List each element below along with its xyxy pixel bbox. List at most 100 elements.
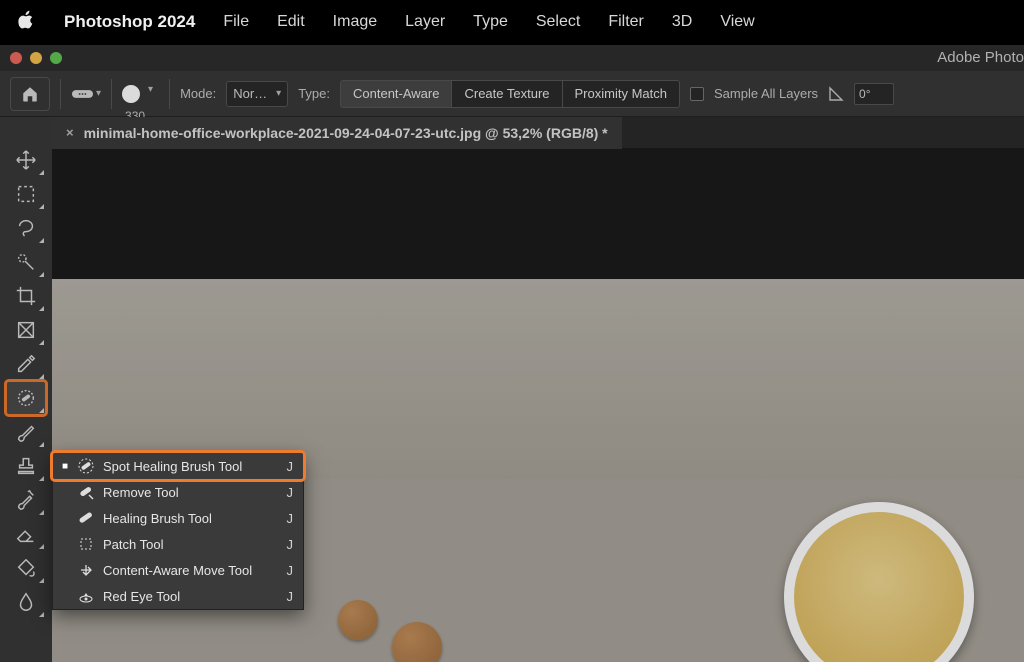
remove-icon [77, 483, 95, 501]
crop-icon [15, 285, 37, 307]
chevron-down-icon: ▾ [96, 88, 101, 99]
quick-select-tool[interactable] [6, 245, 46, 279]
spot-healing-tool[interactable] [6, 381, 46, 415]
type-content-aware[interactable]: Content-Aware [341, 81, 452, 107]
chevron-down-icon: ▾ [148, 84, 153, 95]
menu-layer[interactable]: Layer [405, 13, 445, 31]
image-detail [392, 622, 442, 662]
menu-view[interactable]: View [720, 13, 754, 31]
menu-type[interactable]: Type [473, 13, 508, 31]
healing-brush-icon [77, 509, 95, 527]
gradient-tool[interactable] [6, 551, 46, 585]
menu-select[interactable]: Select [536, 13, 580, 31]
spot-healing-icon [77, 457, 95, 475]
frame-tool[interactable] [6, 313, 46, 347]
tool-panel [0, 117, 52, 662]
tool-preset-picker[interactable]: ▾ [71, 82, 101, 106]
brush-preview-icon [122, 85, 140, 103]
history-brush-tool[interactable] [6, 483, 46, 517]
menu-3d[interactable]: 3D [672, 13, 692, 31]
document-tab-strip: × minimal-home-office-workplace-2021-09-… [52, 117, 1024, 149]
divider [60, 79, 61, 109]
close-tab-icon[interactable]: × [66, 125, 74, 140]
mode-value: Nor… [233, 86, 267, 101]
history-brush-icon [15, 489, 37, 511]
divider [169, 79, 170, 109]
eraser-tool[interactable] [6, 517, 46, 551]
type-proximity-match[interactable]: Proximity Match [563, 81, 679, 107]
menu-image[interactable]: Image [333, 13, 377, 31]
image-detail [338, 600, 378, 640]
lasso-icon [15, 217, 37, 239]
flyout-item-label: Spot Healing Brush Tool [103, 459, 273, 474]
menu-file[interactable]: File [223, 13, 249, 31]
flyout-item-shortcut: J [281, 563, 293, 578]
type-segment-group: Content-Aware Create Texture Proximity M… [340, 80, 680, 108]
marquee-icon [15, 183, 37, 205]
stamp-icon [15, 455, 37, 477]
chevron-down-icon: ▾ [276, 88, 281, 99]
flyout-item-shortcut: J [281, 459, 293, 474]
home-icon [21, 85, 39, 103]
brush-tool[interactable] [6, 415, 46, 449]
flyout-spot-healing-brush[interactable]: ■ Spot Healing Brush Tool J [53, 453, 303, 479]
angle-icon [828, 86, 844, 102]
sample-all-layers-label: Sample All Layers [714, 86, 818, 101]
healing-tool-flyout: ■ Spot Healing Brush Tool J Remove Tool … [52, 452, 304, 610]
selected-mark-icon: ■ [61, 461, 69, 472]
flyout-item-label: Healing Brush Tool [103, 511, 273, 526]
red-eye-icon [77, 587, 95, 605]
flyout-item-label: Remove Tool [103, 485, 273, 500]
window-traffic-lights [10, 52, 62, 64]
marquee-tool[interactable] [6, 177, 46, 211]
type-label: Type: [298, 86, 330, 101]
move-icon [15, 149, 37, 171]
content-aware-move-icon [77, 561, 95, 579]
paint-bucket-icon [15, 557, 37, 579]
macos-menu-bar: Photoshop 2024 File Edit Image Layer Typ… [0, 0, 1024, 44]
window-minimize-button[interactable] [30, 52, 42, 64]
move-tool[interactable] [6, 143, 46, 177]
document-tab[interactable]: × minimal-home-office-workplace-2021-09-… [52, 117, 622, 149]
eraser-icon [15, 523, 37, 545]
image-clock [784, 502, 974, 662]
window-zoom-button[interactable] [50, 52, 62, 64]
window-titlebar: Adobe Photo [0, 45, 1024, 71]
divider [111, 79, 112, 109]
flyout-item-shortcut: J [281, 511, 293, 526]
flyout-remove-tool[interactable]: Remove Tool J [53, 479, 303, 505]
document-tab-title: minimal-home-office-workplace-2021-09-24… [84, 125, 608, 141]
apple-logo-icon[interactable] [18, 10, 36, 35]
mode-label: Mode: [180, 86, 216, 101]
menu-edit[interactable]: Edit [277, 13, 305, 31]
flyout-red-eye-tool[interactable]: Red Eye Tool J [53, 583, 303, 609]
window-close-button[interactable] [10, 52, 22, 64]
sample-all-layers-checkbox[interactable] [690, 87, 704, 101]
flyout-healing-brush[interactable]: Healing Brush Tool J [53, 505, 303, 531]
clone-stamp-tool[interactable] [6, 449, 46, 483]
menu-filter[interactable]: Filter [608, 13, 644, 31]
home-button[interactable] [10, 77, 50, 111]
options-bar: ▾ ▾ 330 Mode: Nor… ▾ Type: Content-Aware… [0, 71, 1024, 117]
flyout-content-aware-move[interactable]: Content-Aware Move Tool J [53, 557, 303, 583]
menu-app-name[interactable]: Photoshop 2024 [64, 12, 195, 32]
crop-tool[interactable] [6, 279, 46, 313]
magic-wand-icon [15, 251, 37, 273]
flyout-item-label: Red Eye Tool [103, 589, 273, 604]
flyout-item-label: Patch Tool [103, 537, 273, 552]
flyout-item-label: Content-Aware Move Tool [103, 563, 273, 578]
photoshop-window: Adobe Photo ▾ ▾ 330 Mode: Nor… ▾ Type: C… [0, 44, 1024, 662]
window-title: Adobe Photo [937, 45, 1024, 71]
blur-tool[interactable] [6, 585, 46, 619]
drop-icon [15, 591, 37, 613]
lasso-tool[interactable] [6, 211, 46, 245]
frame-icon [15, 319, 37, 341]
mode-dropdown[interactable]: Nor… ▾ [226, 81, 288, 107]
eyedropper-tool[interactable] [6, 347, 46, 381]
brush-preset-picker[interactable]: ▾ 330 [122, 77, 145, 111]
type-create-texture[interactable]: Create Texture [452, 81, 562, 107]
flyout-item-shortcut: J [281, 589, 293, 604]
patch-icon [77, 535, 95, 553]
angle-input[interactable]: 0° [854, 83, 894, 105]
flyout-patch-tool[interactable]: Patch Tool J [53, 531, 303, 557]
